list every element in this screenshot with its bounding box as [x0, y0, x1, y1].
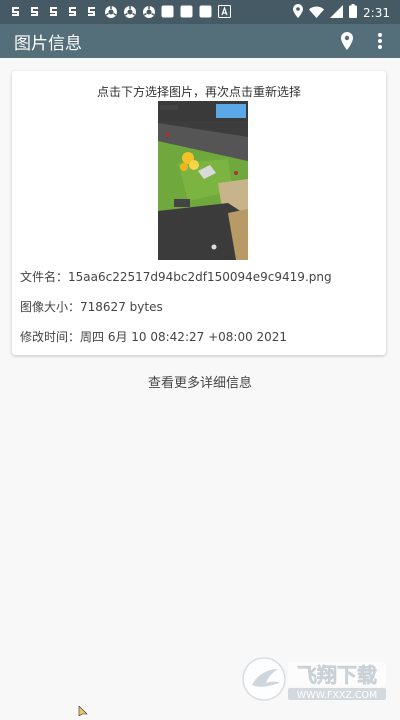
signal-icon [330, 3, 344, 22]
a-icon [217, 4, 232, 19]
app-notification-icon [8, 4, 23, 19]
file-name-row: 文件名：15aa6c22517d94bc2df150094e9c9419.png [20, 268, 332, 285]
vpn-icon [103, 4, 118, 19]
status-time: 2:31 [363, 5, 390, 20]
mouse-cursor [78, 701, 88, 717]
watermark-text: 飞翔下载 [297, 663, 377, 687]
app-bar: 图片信息 [0, 24, 400, 58]
notification-icons [8, 4, 232, 19]
page-title: 图片信息 [14, 34, 82, 54]
image-preview[interactable] [158, 101, 248, 260]
app-notification-icon [46, 4, 61, 19]
modified-time-label: 修改时间： [20, 330, 81, 344]
wifi-icon [309, 3, 325, 22]
file-name-value: 15aa6c22517d94bc2df150094e9c9419.png [68, 270, 332, 284]
file-name-label: 文件名： [20, 270, 69, 284]
select-image-hint: 点击下方选择图片，再次点击重新选择 [96, 85, 301, 99]
app-notification-icon [84, 4, 99, 19]
more-details-button[interactable]: 查看更多详细信息 [0, 372, 400, 391]
app-notification-icon [65, 4, 80, 19]
square-icon [160, 4, 175, 19]
system-icons: 2:31 [293, 3, 390, 22]
location-icon [293, 3, 304, 22]
image-info-card: 点击下方选择图片，再次点击重新选择 文件名：15aa6c22517d94bc2d… [12, 71, 386, 355]
watermark-url: WWW.FXXZ.COM [297, 690, 377, 701]
modified-time-row: 修改时间：周四 6月 10 08:42:27 +08:00 2021 [20, 328, 287, 345]
location-icon[interactable] [337, 30, 357, 52]
vpn-icon [141, 4, 156, 19]
watermark-logo: 飞翔下载 WWW.FXXZ.COM [242, 655, 390, 703]
square-icon [179, 4, 194, 19]
status-bar: 2:31 [0, 0, 400, 24]
battery-icon [349, 3, 358, 22]
vpn-icon [122, 4, 137, 19]
app-notification-icon [27, 4, 42, 19]
square-icon [198, 4, 213, 19]
file-size-row: 图像大小：718627 bytes [20, 298, 163, 315]
modified-time-value: 周四 6月 10 08:42:27 +08:00 2021 [80, 330, 288, 344]
file-size-value: 718627 bytes [80, 300, 163, 314]
more-vert-icon[interactable] [372, 29, 388, 53]
file-size-label: 图像大小： [20, 300, 81, 314]
